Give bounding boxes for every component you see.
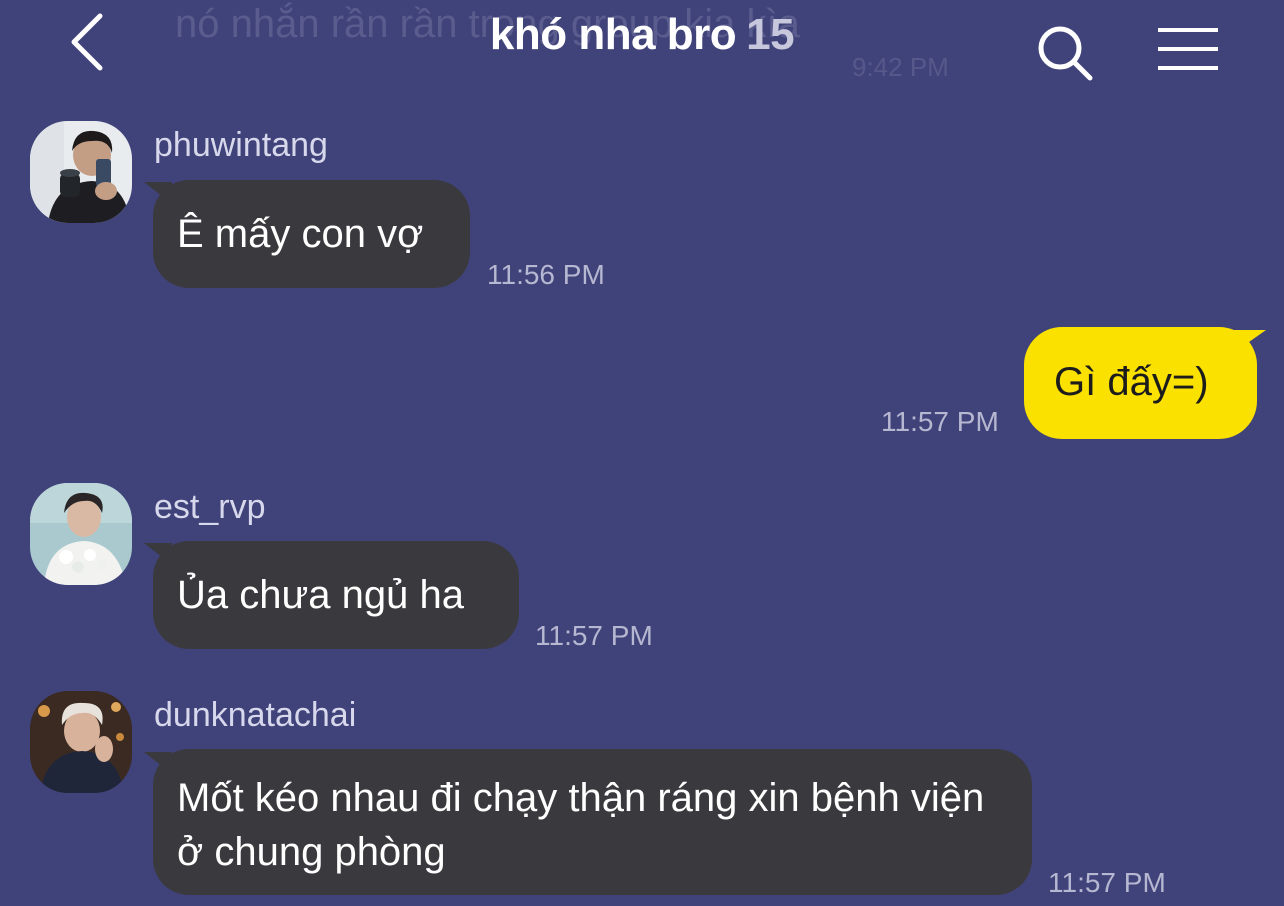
message-time: 11:56 PM [487,259,605,290]
message-time: 11:57 PM [535,620,653,651]
sender-name-dunknatachai: dunknatachai [154,696,357,734]
message-text: Ủa chưa ngủ ha [177,573,464,617]
message-text: Mốt kéo nhau đi chạy thận ráng xin bệnh … [177,776,985,874]
search-icon [1038,26,1093,81]
sender-name-est-rvp: est_rvp [154,488,266,526]
search-button[interactable] [1032,20,1096,84]
message-text: Gì đấy=) [1054,360,1209,404]
message-bubble-est-rvp[interactable]: Ủa chưa ngủ ha [153,541,519,649]
sender-name-phuwintang: phuwintang [154,126,328,164]
message-bubble-dunknatachai[interactable]: Mốt kéo nhau đi chạy thận ráng xin bệnh … [153,749,1032,895]
message-time: 11:57 PM [1048,867,1166,898]
avatar-photo [30,483,132,585]
chevron-left-icon [71,13,103,71]
previous-message-time: 9:42 PM [852,52,949,82]
message-time: 11:57 PM [881,406,999,437]
menu-button[interactable] [1152,24,1224,74]
avatar-est-rvp[interactable] [30,483,132,585]
avatar-dunknatachai[interactable] [30,691,132,793]
avatar-phuwintang[interactable] [30,121,132,223]
avatar-photo [30,691,132,793]
previous-message-preview: nó nhắn rần rần trong group kia kìa [175,2,800,46]
hamburger-menu-icon [1158,28,1218,70]
avatar-photo [30,121,132,223]
message-text: Ê mấy con vợ [177,212,424,256]
my-message-bubble[interactable]: Gì đấy=) [1024,327,1257,439]
back-button[interactable] [62,8,118,72]
message-bubble-phuwintang[interactable]: Ê mấy con vợ [153,180,470,288]
